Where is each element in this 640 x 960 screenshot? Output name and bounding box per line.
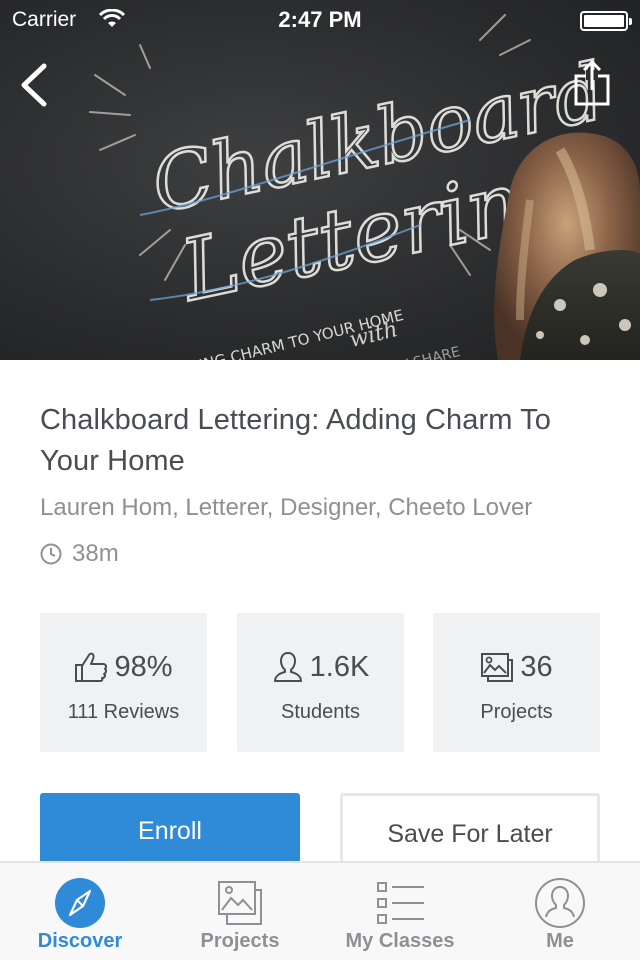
tab-label: Me <box>546 930 574 952</box>
stat-card-reviews[interactable]: 98% 111 Reviews <box>40 613 207 752</box>
chevron-left-icon <box>21 63 47 107</box>
save-button-label: Save For Later <box>387 820 553 848</box>
gallery-icon <box>218 881 262 925</box>
tab-projects[interactable]: Projects <box>160 863 320 960</box>
tab-label: Discover <box>37 930 123 952</box>
tab-label: Projects <box>200 930 280 952</box>
duration-row: 38m <box>40 540 119 568</box>
tab-my-classes[interactable]: My Classes <box>320 863 480 960</box>
chalkboard-artwork: Chalkboard Lettering ADDING CHARM TO YOU… <box>89 14 640 360</box>
profile-icon <box>535 878 585 928</box>
list-icon <box>377 882 424 924</box>
course-hero-image: Chalkboard Lettering ADDING CHARM TO YOU… <box>0 0 640 360</box>
tab-bar: Discover Projects My Classes Me <box>0 861 640 960</box>
thumbs-up-icon <box>75 652 108 682</box>
teacher-line: Lauren Hom, Letterer, Designer, Cheeto L… <box>40 494 533 521</box>
enroll-button-label: Enroll <box>138 817 202 845</box>
status-bar: Carrier 2:47 PM <box>0 0 640 40</box>
back-button[interactable] <box>14 58 58 112</box>
share-icon <box>574 59 610 106</box>
stat-value: 98% <box>114 650 173 683</box>
person-icon <box>273 652 302 682</box>
stat-card-students[interactable]: 1.6K Students <box>237 613 404 752</box>
stat-label: Projects <box>480 701 553 723</box>
stat-label: Students <box>281 701 360 723</box>
compass-icon <box>55 878 105 928</box>
course-title: Chalkboard Lettering: Adding Charm To Yo… <box>40 404 551 477</box>
duration-value: 38m <box>72 540 119 567</box>
tab-discover[interactable]: Discover <box>0 863 160 960</box>
status-time: 2:47 PM <box>278 7 362 32</box>
stat-card-projects[interactable]: 36 Projects <box>433 613 600 752</box>
battery-icon <box>580 11 632 31</box>
artwork-brand: SKILLSHARE <box>375 344 462 360</box>
stat-value: 1.6K <box>309 650 370 683</box>
stat-label: 111 Reviews <box>67 701 180 723</box>
share-button[interactable] <box>570 59 614 108</box>
stat-value: 36 <box>520 650 553 683</box>
clock-icon <box>40 543 62 565</box>
tab-label: My Classes <box>345 930 455 952</box>
tab-me[interactable]: Me <box>480 863 640 960</box>
gallery-icon <box>481 653 514 682</box>
